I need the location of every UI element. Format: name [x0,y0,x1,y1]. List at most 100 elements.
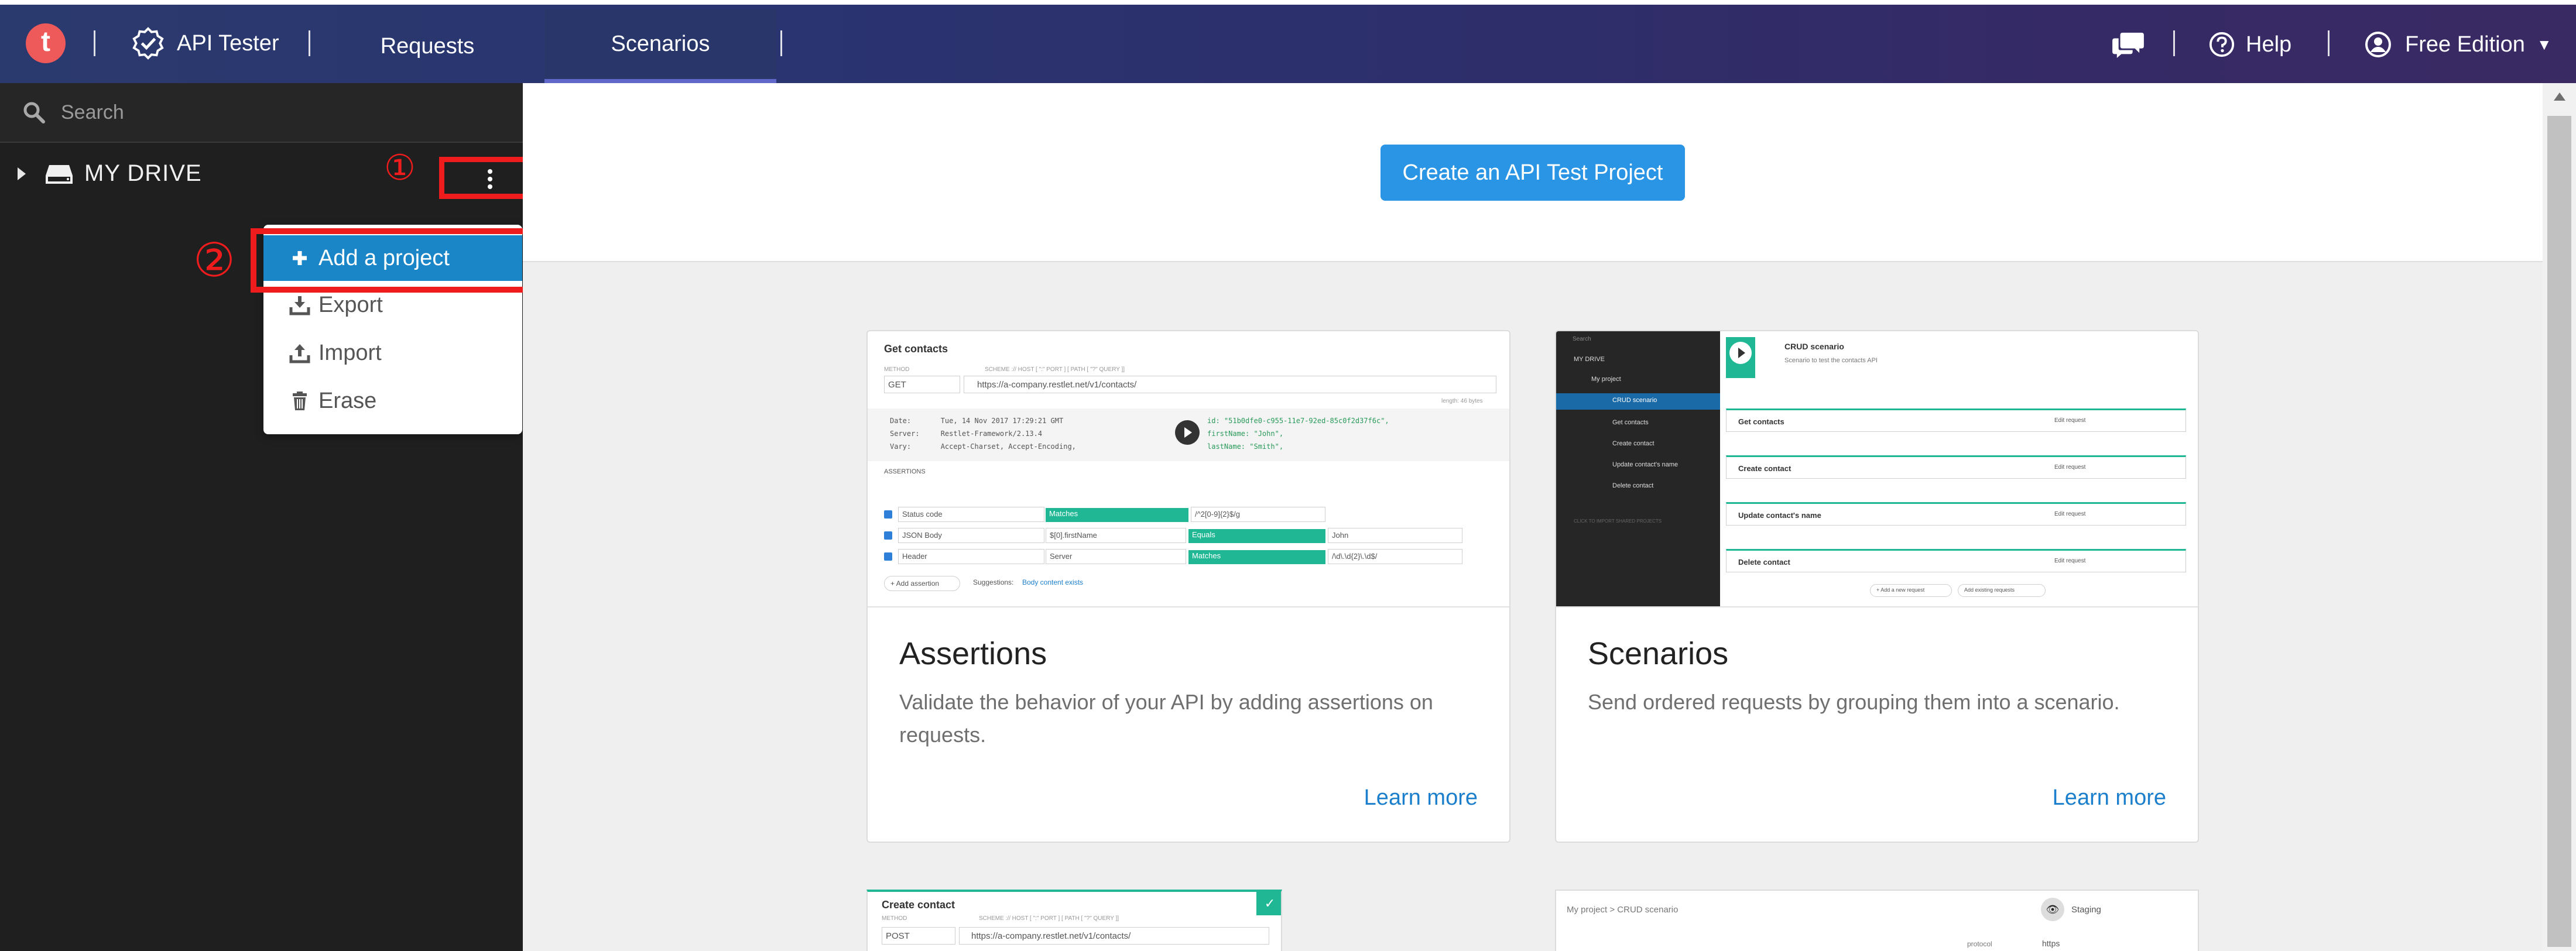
sidebar: MY DRIVE [0,83,523,951]
expand-caret-icon[interactable] [18,167,26,180]
preview-tree-item: Get contacts [1612,419,1649,426]
preview-method: GET [888,380,906,390]
top-edge [0,0,2576,5]
help-button[interactable]: Help [2208,28,2291,61]
preview-tree-item: Delete contact [1612,482,1654,489]
preview-project: My project [1591,376,1621,383]
assertion-path: Server [1046,549,1186,564]
json-line: lastName: "Smith", [1207,442,1284,451]
help-circle-icon [2209,32,2235,57]
preview-tree-item: Update contact's name [1612,461,1678,468]
main-content: Create an API Test Project Get contacts … [523,83,2543,951]
edition-label: Free Edition [2405,32,2525,57]
card-description: Send ordered requests by grouping them i… [1588,690,2120,714]
learn-more-link[interactable]: Learn more [2053,785,2166,811]
preview-run-block [1726,337,1755,378]
preview-url-field: https://a-company.restlet.net/v1/contact… [959,927,1269,945]
preview-active-scenario: CRUD scenario [1556,393,1720,410]
chat-icon[interactable] [2111,30,2145,59]
tab-scenarios[interactable]: Scenarios [544,9,776,83]
preview-footer-hint: CLICK TO IMPORT SHARED PROJECTS [1574,519,1662,524]
preview-step: Get contacts Edit request [1726,408,2186,432]
checkbox [884,531,892,540]
drive-icon [46,165,73,184]
preview-step: Create contact Edit request [1726,455,2186,479]
sidebar-search [0,83,523,143]
eye-icon: 👁 [2041,898,2064,921]
step-marker-1: ① [384,147,416,188]
preview-hint: SCHEME :// HOST [ ":" PORT ] [ PATH [ "?… [985,366,1125,373]
menu-item-erase[interactable]: Erase [263,378,522,424]
create-project-button[interactable]: Create an API Test Project [1381,145,1685,201]
drive-label: MY DRIVE [84,160,202,186]
app-logo[interactable]: t [26,23,66,63]
preview-hint: SCHEME :// HOST [ ":" PORT ] [ PATH [ "?… [979,915,1119,922]
assertion-value: /\d\.\d{2}\.\d$/ [1328,549,1462,564]
chevron-down-icon: ▼ [2536,35,2552,53]
preview-search: Search [1573,336,1591,342]
scroll-up-arrow-icon[interactable] [2554,92,2565,101]
menu-item-label: Export [318,292,383,317]
divider [309,30,310,56]
checkbox [884,552,892,561]
feature-card-partial: Create contact METHOD SCHEME :// HOST [ … [866,890,1282,951]
more-vertical-icon [486,169,494,193]
assertion-op: Matches [1046,508,1188,522]
step-marker-2: ② [193,233,235,287]
preview-header: Get contacts [884,343,948,355]
preview-url: https://a-company.restlet.net/v1/contact… [977,380,1137,390]
feature-card-assertions: Get contacts METHOD SCHEME :// HOST [ ":… [866,330,1510,843]
preview-assertions-label: ASSERTIONS [884,468,926,475]
preview-add-new: + Add a new request [1870,584,1952,597]
preview-method-select: GET [884,376,960,393]
app-name: API Tester [177,30,279,56]
assertion-op: Matches [1188,550,1325,564]
preview-response: Date: Tue, 14 Nov 2017 17:29:21 GMT Serv… [868,408,1509,461]
preview-sidebar: Search MY DRIVE My project CRUD scenario… [1556,331,1720,606]
preview-length: length: 46 bytes [1441,398,1483,404]
check-icon: ✓ [1256,892,1281,915]
trash-icon [293,392,307,410]
scenarios-preview: Search MY DRIVE My project CRUD scenario… [1556,331,2198,607]
preview-drive: MY DRIVE [1574,356,1605,363]
preview-method-select: POST [882,927,955,945]
feature-card-partial: My project > CRUD scenario 👁 Staging pro… [1555,890,2199,951]
suggestion-link: Body content exists [1022,578,1084,586]
divider [2328,30,2330,56]
menu-item-label: Import [318,340,382,365]
assertion-value: John [1328,528,1462,543]
preview-scenario-title: CRUD scenario [1784,342,1844,351]
learn-more-link[interactable]: Learn more [1364,785,1478,811]
card-title: Assertions [899,636,1047,671]
preview-method-label: METHOD [884,366,910,373]
checkbox [884,510,892,519]
preview-protocol-label: protocol [1967,940,1992,948]
scrollbar-thumb[interactable] [2547,116,2571,947]
header-line: Vary: Accept-Charset, Accept-Encoding, [890,442,1076,451]
hero-banner: Create an API Test Project [523,83,2543,262]
tab-requests[interactable]: Requests [328,9,527,83]
upload-icon [289,344,310,363]
assertion-subject: JSON Body [898,528,1044,543]
search-input[interactable] [61,101,471,124]
assertion-value: /^2[0-9]{2}$/g [1191,507,1325,522]
add-assertion-chip: + Add assertion [884,576,960,591]
menu-item-import[interactable]: Import [263,330,522,376]
preview-header: Create contact [882,899,955,911]
account-menu[interactable]: Free Edition ▼ [2364,28,2552,61]
card-description: Validate the behavior of your API by add… [899,690,1433,747]
app-brand[interactable]: API Tester [131,26,279,61]
divider [2173,30,2175,56]
preview-env: Staging [2071,905,2101,915]
header-line: Date: Tue, 14 Nov 2017 17:29:21 GMT [890,417,1064,425]
preview-protocol-value: https [2042,939,2060,948]
preview-tree-item: Create contact [1612,440,1654,447]
user-circle-icon [2365,32,2391,57]
assertion-subject: Status code [898,507,1044,522]
suggestions-label: Suggestions: [973,578,1014,586]
preview-step: Delete contact Edit request [1726,549,2186,572]
assertion-path: $[0].firstName [1046,528,1186,543]
divider [94,30,95,56]
main-scrollbar[interactable] [2543,83,2576,951]
top-navigation-bar: t API Tester Requests Scenarios Help Fre… [0,5,2576,83]
